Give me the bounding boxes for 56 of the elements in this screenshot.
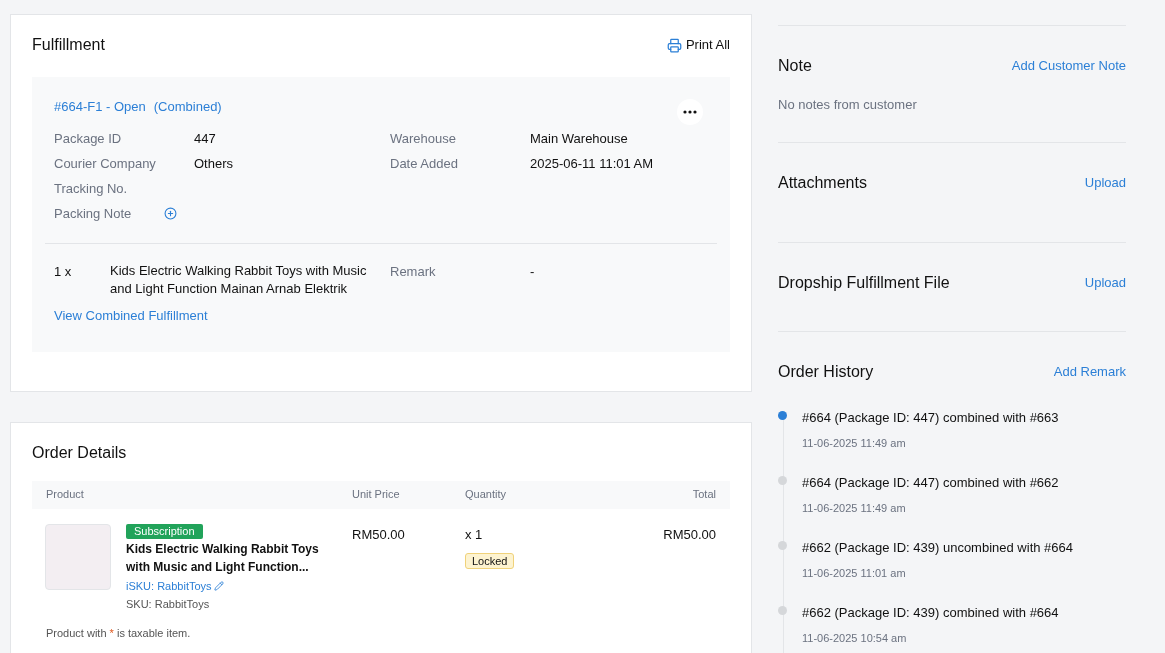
history-entry-text: #664 (Package ID: 447) combined with #663 (802, 409, 1059, 427)
section-title: Order History (778, 362, 874, 382)
history-entry-time: 11-06-2025 11:49 am (802, 500, 907, 516)
history-entry-time: 11-06-2025 10:54 am (802, 630, 908, 646)
history-entry-time: 11-06-2025 11:49 am (802, 435, 907, 451)
column-header: Total (691, 487, 716, 503)
field-label: Package ID (54, 129, 123, 148)
printer-icon (666, 37, 682, 53)
column-header: Product (46, 487, 85, 503)
field-value: - (530, 263, 535, 281)
unit-price: RM50.00 (352, 525, 406, 544)
pencil-icon[interactable] (213, 580, 224, 591)
view-combined-link[interactable]: View Combined Fulfillment (45, 306, 717, 326)
section-action-link[interactable]: Upload (1084, 273, 1126, 293)
column-header: Quantity (465, 487, 507, 503)
print-all-button[interactable]: Print All (666, 35, 730, 55)
product-name: Kids Electric Walking Rabbit Toys with Music and Light Function... (126, 540, 320, 576)
card-title: Fulfillment (32, 35, 105, 55)
combined-tag: (Combined) (153, 97, 222, 117)
field-value: 447 (194, 129, 216, 148)
field-value: Others (194, 154, 233, 173)
history-entry-time: 11-06-2025 11:01 am (802, 565, 907, 581)
section-action-link[interactable]: Upload (1084, 173, 1126, 193)
section-title: Attachments (778, 173, 867, 193)
history-entry-text: #664 (Package ID: 447) combined with #662 (802, 474, 1059, 492)
add-circle-icon[interactable] (164, 207, 177, 220)
isku-link[interactable]: iSKU: RabbitToys (126, 577, 212, 594)
sku-text: SKU: RabbitToys (126, 597, 211, 612)
section-title: Dropship Fulfillment File (778, 273, 950, 293)
field-label: Remark (390, 263, 437, 281)
quantity-text: x 1 (465, 525, 483, 544)
card-title: Order Details (32, 443, 127, 461)
field-label: Packing Note (54, 204, 133, 223)
field-label: Date Added (390, 154, 459, 173)
section-title: Note (778, 56, 812, 76)
photo-placeholder (45, 523, 111, 590)
locked-badge: Locked (465, 553, 515, 569)
field-value: 2025-06-11 11:01 AM (530, 154, 654, 173)
field-label: Tracking No. (54, 179, 129, 198)
more-button[interactable] (677, 99, 703, 125)
history-entry-text: #662 (Package ID: 439) combined with #664 (802, 604, 1059, 622)
taxable-note: Product with * is taxable item. (45, 625, 192, 641)
field-label: Courier Company (54, 154, 157, 173)
field-label: Warehouse (390, 129, 457, 148)
field-value: Main Warehouse (530, 129, 628, 148)
section-action-link[interactable]: Add Customer Note (1011, 56, 1126, 76)
note-text: No notes from customer (778, 96, 918, 114)
more-icon (683, 110, 697, 114)
item-quantity: 1 x (54, 263, 73, 281)
column-header: Unit Price (352, 487, 401, 503)
section-action-link[interactable]: Add Remark (1053, 362, 1126, 382)
subscription-badge: Subscription (126, 523, 203, 539)
package-heading-link[interactable]: #664-F1 - Open (54, 97, 146, 117)
item-name: Kids Electric Walking Rabbit Toys with Music and Light Function Mainan Arnab Elektrik (110, 262, 368, 298)
total-price: RM50.00 (662, 525, 716, 544)
history-entry-text: #662 (Package ID: 439) uncombined with #664 (802, 539, 1073, 557)
